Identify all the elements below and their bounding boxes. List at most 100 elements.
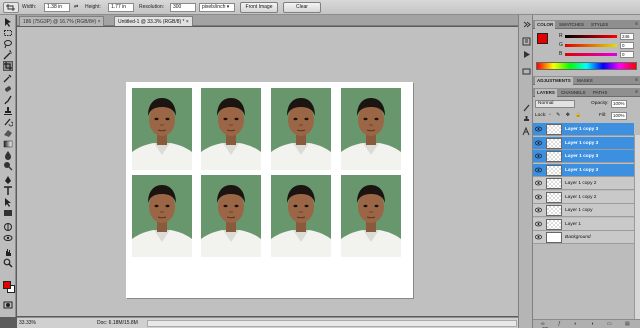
history-brush-tool-icon[interactable] [3, 117, 13, 127]
layer-row[interactable]: Layer 1 copy 3 [533, 163, 634, 177]
red-slider[interactable]: R 246 [559, 33, 638, 40]
document-canvas[interactable] [126, 82, 413, 298]
tab-adjustments[interactable]: ADJUSTMENTS [535, 77, 573, 85]
layer-row[interactable]: Layer 1 copy 2 [533, 177, 634, 190]
layers-scrollbar[interactable] [634, 135, 640, 325]
pen-tool-icon[interactable] [3, 175, 13, 185]
swap-dimensions-icon[interactable]: ⇄ [74, 4, 78, 10]
tab-untitled-1[interactable]: Untitled-1 @ 33.3% (RGB/8) * × [114, 16, 193, 26]
foreground-color-swatch[interactable] [3, 281, 11, 289]
red-value[interactable]: 246 [620, 33, 634, 40]
hand-tool-icon[interactable] [3, 247, 13, 257]
height-field[interactable]: 1.77 in [108, 3, 134, 12]
rectangle-tool-icon[interactable] [3, 208, 13, 218]
color-spectrum-bar[interactable] [536, 62, 637, 70]
tab-layers[interactable]: LAYERS [535, 89, 557, 97]
green-slider[interactable]: G 0 [559, 42, 638, 49]
move-tool-icon[interactable] [3, 17, 13, 27]
tab-document-1[interactable]: 186 (75G3P) @ 16.7% (RGB/8#) × [19, 16, 105, 26]
green-value[interactable]: 0 [620, 42, 634, 49]
eyedropper-tool-icon[interactable] [3, 73, 13, 83]
eye-icon[interactable] [534, 126, 543, 132]
blend-mode-select[interactable]: Normal [535, 100, 575, 108]
tab-swatches[interactable]: SWATCHES [557, 21, 586, 29]
tab-color[interactable]: COLOR [535, 21, 556, 29]
eye-icon[interactable] [534, 234, 543, 240]
layer-row[interactable]: Layer 1 copy 3 [533, 150, 634, 163]
eye-icon[interactable] [534, 153, 543, 159]
layer-row[interactable]: Layer 1 [533, 217, 634, 231]
eye-icon[interactable] [534, 221, 543, 227]
width-field[interactable]: 1.38 in [44, 3, 70, 12]
eye-icon[interactable] [534, 180, 543, 186]
red-label: R [559, 33, 563, 39]
brush-tool-icon[interactable] [3, 95, 13, 105]
panel-menu-icon[interactable]: ≡ [635, 21, 638, 27]
blur-tool-icon[interactable] [3, 150, 13, 160]
height-label: Height: [85, 4, 101, 10]
layer-row[interactable]: Layer 1 copy [533, 204, 634, 217]
fill-field[interactable]: 100% [611, 112, 627, 120]
lasso-tool-icon[interactable] [3, 39, 13, 49]
eye-icon[interactable] [534, 140, 543, 146]
horizontal-scrollbar[interactable] [147, 320, 517, 327]
blue-value[interactable]: 0 [620, 51, 634, 58]
actions-panel-icon[interactable] [522, 50, 531, 59]
3d-camera-tool-icon[interactable] [3, 233, 13, 243]
layer-row[interactable]: Layer 1 copy 2 [533, 190, 634, 204]
layer-row[interactable]: Layer 1 copy 3 [533, 123, 634, 136]
close-icon[interactable]: × [98, 19, 101, 25]
layer-actions-icons[interactable]: ∞ ƒ ◐ ◑ ▭ ▤ ⌫ [541, 321, 640, 328]
navigator-panel-icon[interactable] [522, 67, 531, 76]
opacity-field[interactable]: 100% [611, 100, 627, 108]
resolution-field[interactable]: 300 [170, 3, 196, 12]
layer-name: Layer 1 copy [565, 208, 593, 213]
crop-tool-icon[interactable] [3, 61, 13, 71]
blue-slider[interactable]: B 0 [559, 51, 638, 58]
tab-channels[interactable]: CHANNELS [559, 89, 588, 97]
passport-photo [132, 88, 192, 170]
front-image-button[interactable]: Front Image [240, 2, 278, 13]
clear-button[interactable]: Clear [283, 2, 321, 13]
history-panel-icon[interactable] [522, 37, 531, 46]
zoom-tool-icon[interactable] [3, 258, 13, 268]
clone-source-panel-icon[interactable] [522, 115, 531, 124]
gradient-tool-icon[interactable] [3, 139, 13, 149]
healing-brush-tool-icon[interactable] [3, 84, 13, 94]
layer-row[interactable]: Background [533, 231, 634, 244]
marquee-tool-icon[interactable] [3, 28, 13, 38]
character-panel-icon[interactable] [522, 126, 531, 136]
blue-slider-track[interactable] [565, 53, 617, 56]
panel-menu-icon[interactable]: ≡ [635, 89, 638, 95]
zoom-level[interactable]: 33.33% [19, 320, 36, 326]
3d-rotate-tool-icon[interactable] [3, 222, 13, 232]
path-selection-tool-icon[interactable] [3, 197, 13, 207]
layer-row[interactable]: Layer 1 copy 3 [533, 136, 634, 150]
tab-masks[interactable]: MASKS [575, 77, 595, 85]
green-slider-track[interactable] [565, 44, 617, 47]
foreground-color-preview[interactable] [537, 33, 548, 44]
resolution-unit-select[interactable]: pixels/inch ▾ [199, 3, 235, 12]
eye-icon[interactable] [534, 207, 543, 213]
quick-mask-icon[interactable] [3, 300, 13, 310]
eye-icon[interactable] [534, 167, 543, 173]
panel-menu-icon[interactable]: ≡ [635, 77, 638, 83]
passport-photo [132, 175, 192, 257]
panel-collapse-icon[interactable] [522, 20, 531, 29]
tab-paths[interactable]: PATHS [591, 89, 609, 97]
canvas-area[interactable] [17, 27, 518, 316]
lock-icons[interactable]: ▫ ✎ ✥ 🔒 [549, 112, 584, 118]
magic-wand-tool-icon[interactable] [3, 50, 13, 60]
eraser-tool-icon[interactable] [3, 128, 13, 138]
eye-icon[interactable] [534, 194, 543, 200]
red-slider-track[interactable] [565, 35, 617, 38]
close-icon[interactable]: × [186, 19, 189, 25]
adjustments-panel-tabs: ADJUSTMENTS MASKS ≡ [533, 76, 640, 85]
crop-tool-preset-icon[interactable] [3, 2, 19, 13]
clone-stamp-tool-icon[interactable] [3, 106, 13, 116]
type-tool-icon[interactable] [3, 186, 13, 196]
layer-name: Layer 1 copy 2 [565, 181, 597, 186]
dodge-tool-icon[interactable] [3, 161, 13, 171]
brushes-panel-icon[interactable] [522, 103, 531, 112]
tab-styles[interactable]: STYLES [589, 21, 610, 29]
